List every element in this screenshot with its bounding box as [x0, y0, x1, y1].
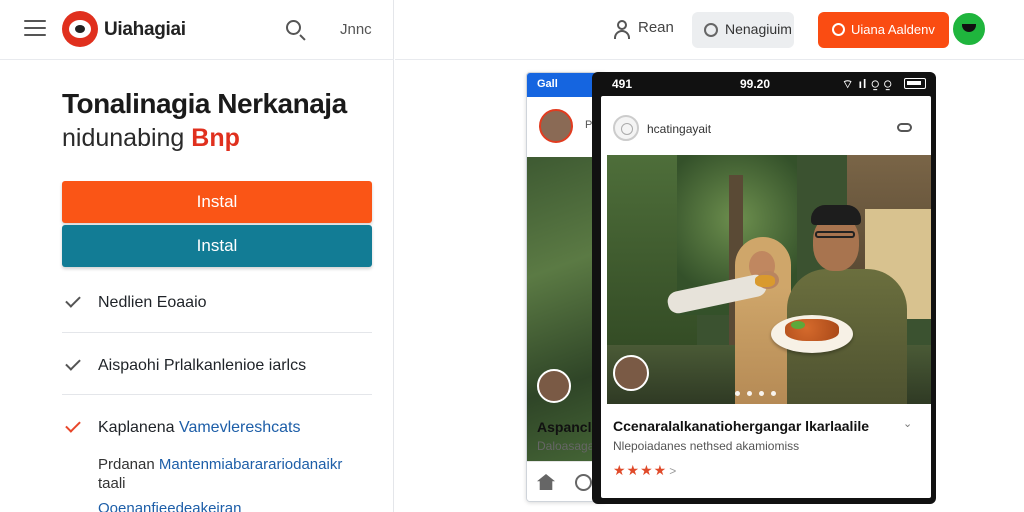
post-header: hcatingayait	[601, 96, 931, 154]
carousel-dots[interactable]	[735, 383, 783, 401]
cta-label: Uiana Aaldenv	[851, 22, 935, 37]
status-icons: ⌔ ıl ⍜ ⍜	[842, 77, 893, 91]
subtitle-accent: Bnp	[191, 124, 240, 152]
note-line2: taali	[98, 475, 126, 492]
star-icons: ★★★★	[613, 462, 668, 478]
more-options-icon[interactable]	[897, 123, 912, 132]
feature-item: Kaplanena Vamevlereshcats	[62, 417, 372, 440]
install-button-primary[interactable]: Instal	[62, 181, 372, 223]
user-icon	[613, 20, 631, 39]
left-panel: Uiahagiai Jnnc Tonalinagia Nerkanaja nid…	[0, 0, 394, 512]
feature-note: Prdanan Mantenmiabararariodanaikr taali …	[98, 455, 342, 512]
feature-label: Kaplanena Vamevlereshcats	[98, 419, 301, 437]
clock-icon	[704, 23, 718, 37]
divider	[62, 332, 372, 333]
rating[interactable]: ★★★★ >	[613, 462, 677, 479]
page-title: Tonalinagia Nerkanaja	[62, 88, 347, 119]
menu-icon[interactable]	[24, 20, 46, 38]
rating-arrow: >	[669, 464, 678, 478]
post-title: Ccenaralalkanatiohergangar lkarlaalile	[613, 418, 870, 434]
chat-icon	[832, 23, 845, 36]
feature-item: Nedlien Eoaaio	[62, 292, 372, 315]
avatar[interactable]	[951, 11, 987, 47]
install-button-secondary[interactable]: Instal	[62, 225, 372, 267]
post-description: Nlepoiadanes nethsed akamiomiss	[613, 439, 800, 453]
home-icon[interactable]	[537, 474, 555, 490]
avatar	[539, 109, 573, 143]
secondary-header-label: Nenagiuim	[725, 21, 792, 37]
logo-icon[interactable]	[62, 11, 98, 47]
subtitle-prefix: nidunabing	[62, 124, 185, 152]
history-icon[interactable]	[575, 474, 592, 491]
divider	[62, 394, 372, 395]
avatar[interactable]	[613, 115, 639, 141]
right-topbar: Rean Nenagiuim Uiana Aaldenv	[395, 0, 1024, 60]
post-title: Aspancla	[537, 419, 600, 435]
brand-name: Uiahagiai	[104, 19, 186, 40]
phone-mockup-front: 491 99.20 ⌔ ıl ⍜ ⍜ hcatingayait Ccenaral…	[592, 72, 936, 504]
left-topbar: Uiahagiai Jnnc	[0, 0, 394, 60]
check-icon	[65, 417, 81, 433]
note-line1-link[interactable]: Mantenmiabararariodanaikr	[159, 456, 342, 473]
photo-glasses	[815, 231, 855, 238]
note-line1-dark: Prdanan	[98, 456, 155, 473]
phone-screen: hcatingayait Ccenaralalkanatiohergangar …	[601, 96, 931, 498]
photo-garnish	[791, 321, 805, 329]
feature-label: Aispaohi Prlalkanlenioe iarlcs	[98, 357, 307, 374]
status-left: 491	[612, 77, 633, 91]
feature-item: Aispaohi Prlalkanlenioe iarlcs	[62, 355, 372, 378]
secondary-header-button[interactable]: Nenagiuim	[692, 12, 794, 48]
feature-label-dark: Kaplanena	[98, 419, 175, 436]
user-label: Rean	[638, 19, 674, 36]
chevron-down-icon[interactable]: ⌄	[903, 417, 912, 430]
feature-label: Nedlien Eoaaio	[98, 294, 207, 311]
feature-label-link[interactable]: Vamevlereshcats	[179, 419, 301, 436]
avatar[interactable]	[613, 355, 649, 391]
post-photo[interactable]	[607, 155, 931, 404]
post-author[interactable]: hcatingayait	[647, 122, 711, 136]
check-icon	[65, 355, 81, 371]
status-bar: 491 99.20 ⌔ ıl ⍜ ⍜	[592, 72, 936, 96]
avatar	[537, 369, 571, 403]
check-icon	[65, 292, 81, 308]
page-subtitle: nidunabing Bnp	[62, 124, 240, 153]
top-link[interactable]: Jnnc	[340, 21, 372, 38]
status-time: 99.20	[740, 77, 771, 91]
cta-button[interactable]: Uiana Aaldenv	[818, 12, 949, 48]
photo-snack	[755, 275, 775, 287]
battery-icon	[904, 78, 926, 89]
note-line3-link[interactable]: Ooenanfieedeakeiran	[98, 499, 342, 512]
search-icon[interactable]	[284, 18, 308, 42]
photo-hat	[811, 205, 861, 225]
